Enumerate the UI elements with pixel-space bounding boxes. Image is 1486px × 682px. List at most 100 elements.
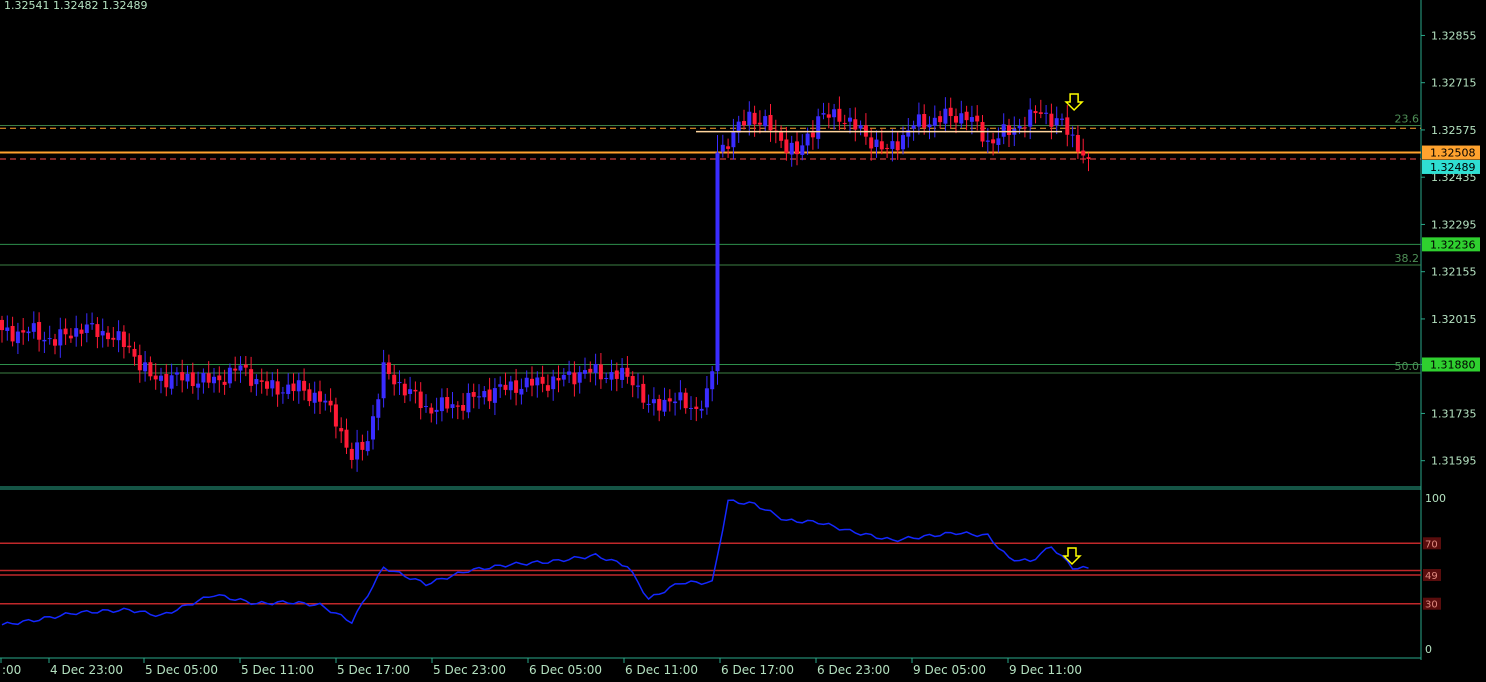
- candle-body: [1086, 157, 1091, 159]
- candle-body: [583, 370, 587, 374]
- candle-body: [667, 398, 672, 402]
- price-chart[interactable]: 1.328551.327151.325751.324351.322951.321…: [0, 0, 1486, 682]
- candle-body: [153, 375, 158, 380]
- rsi-level-label: 49: [1425, 571, 1438, 582]
- candle-body: [996, 138, 1001, 145]
- candle-body: [710, 371, 715, 390]
- candle-body: [312, 392, 317, 403]
- candle-body: [10, 325, 15, 342]
- candle-body: [79, 329, 84, 334]
- time-tick-label: :00: [2, 663, 21, 677]
- candle-body: [121, 331, 126, 348]
- candle-body: [217, 375, 222, 381]
- candle-body: [826, 114, 831, 118]
- candle-body: [302, 380, 307, 391]
- time-tick-label: 6 Dec 23:00: [817, 663, 890, 677]
- time-tick-label: 6 Dec 17:00: [721, 663, 794, 677]
- candle-body: [392, 374, 397, 385]
- candle-body: [821, 113, 826, 115]
- down-arrow-icon: [1064, 93, 1084, 112]
- candle-body: [445, 397, 450, 409]
- time-tick-label: 5 Dec 05:00: [145, 663, 218, 677]
- candle-body: [943, 108, 948, 124]
- candle-body: [212, 376, 216, 384]
- candle-body: [450, 404, 455, 408]
- candle-body: [477, 396, 481, 398]
- candle-body: [848, 117, 852, 122]
- candle-body: [21, 330, 26, 333]
- time-tick-label: 5 Dec 23:00: [433, 663, 506, 677]
- candle-body: [689, 407, 693, 409]
- candle-body: [461, 405, 466, 411]
- rsi-tick-label: 100: [1425, 492, 1446, 505]
- candle-body: [757, 122, 762, 125]
- candle-body: [307, 389, 312, 402]
- candle-body: [853, 119, 858, 130]
- price-tick-label: 1.32575: [1431, 124, 1477, 137]
- candle-body: [726, 146, 731, 149]
- candle-body: [196, 383, 201, 388]
- candle-body: [323, 400, 328, 403]
- candle-body: [1017, 125, 1022, 129]
- candle-body: [805, 133, 810, 146]
- candle-body: [492, 388, 497, 403]
- candle-body: [328, 400, 333, 406]
- candle-body: [371, 416, 375, 440]
- candle-body: [694, 406, 699, 409]
- price-tick-label: 1.31735: [1431, 407, 1477, 420]
- candle-body: [625, 367, 630, 377]
- candle-body: [922, 114, 927, 128]
- candle-body: [503, 384, 508, 390]
- candle-body: [201, 372, 206, 383]
- candle-body: [991, 139, 996, 144]
- candle-body: [429, 407, 434, 414]
- candle-body: [386, 362, 391, 375]
- candle-body: [731, 131, 736, 148]
- candle-body: [567, 371, 572, 375]
- price-label-text: 1.32508: [1430, 147, 1476, 160]
- candle-body: [84, 324, 89, 333]
- candle-body: [68, 335, 73, 339]
- candle-body: [858, 125, 863, 129]
- candle-body: [901, 135, 905, 150]
- candle-body: [106, 332, 110, 340]
- candle-body: [238, 365, 243, 371]
- candle-body: [63, 328, 68, 335]
- candle-body: [498, 384, 503, 387]
- candle-body: [116, 331, 121, 341]
- candle-body: [233, 368, 238, 371]
- candle-body: [1075, 135, 1080, 152]
- candle-body: [1049, 113, 1054, 127]
- candle-body: [779, 131, 784, 141]
- candle-body: [683, 392, 688, 409]
- candle-body: [789, 142, 794, 155]
- candle-body: [1070, 134, 1075, 136]
- fib-level-label: 50.0: [1395, 360, 1420, 373]
- candle-body: [137, 355, 142, 371]
- candle-body: [800, 145, 805, 155]
- candle-body: [678, 392, 683, 401]
- candle-body: [588, 368, 593, 373]
- candle-body: [190, 372, 195, 387]
- candle-body: [259, 380, 264, 382]
- candle-body: [869, 137, 874, 149]
- candle-body: [641, 383, 646, 403]
- candle-body: [540, 376, 545, 384]
- candle-body: [1060, 118, 1064, 120]
- candle-body: [784, 139, 789, 153]
- candle-body: [349, 448, 354, 460]
- candle-body: [699, 408, 704, 411]
- candle-body: [365, 441, 370, 452]
- candle-body: [408, 389, 413, 394]
- price-tick-label: 1.32015: [1431, 313, 1477, 326]
- candle-body: [1081, 150, 1086, 156]
- candle-body: [975, 115, 980, 122]
- candle-body: [551, 376, 556, 390]
- candle-body: [916, 114, 921, 127]
- candle-body: [344, 429, 349, 448]
- price-label-text: 1.31880: [1430, 359, 1476, 372]
- candle-body: [1044, 112, 1049, 114]
- price-tick-label: 1.32715: [1431, 77, 1477, 90]
- candle-body: [143, 362, 148, 372]
- candle-body: [969, 117, 974, 122]
